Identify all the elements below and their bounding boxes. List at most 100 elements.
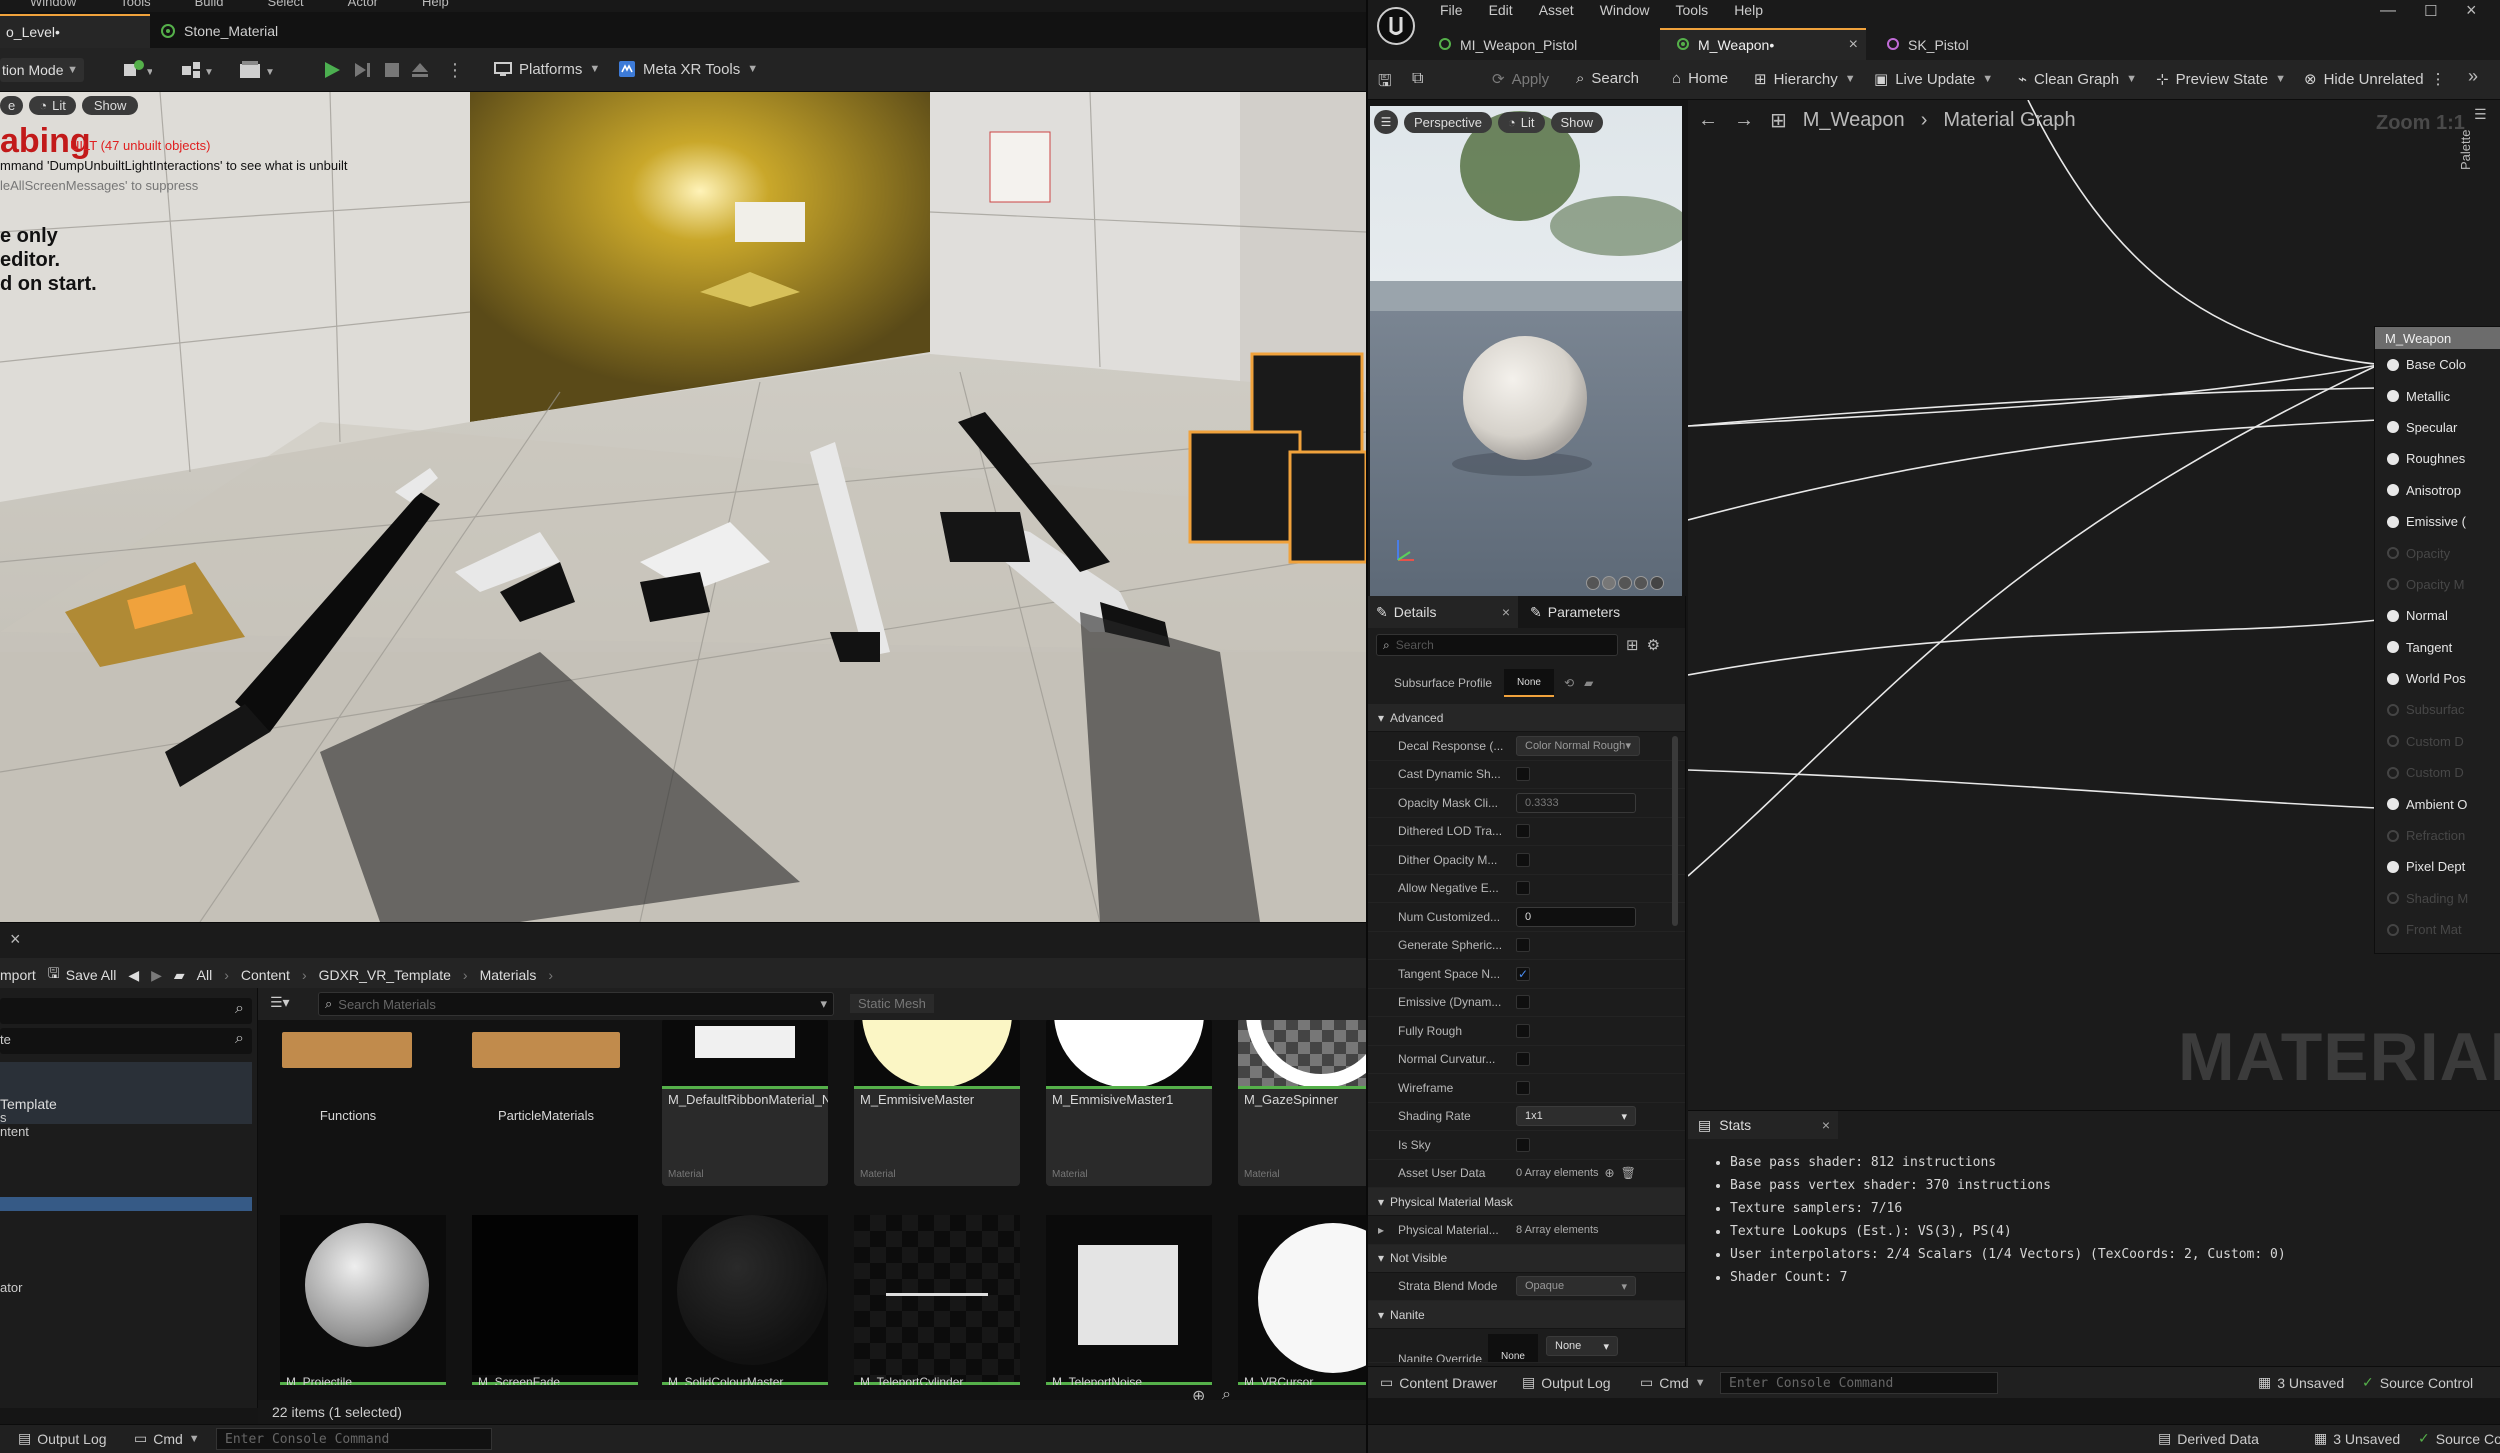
tab-mi-weapon-pistol[interactable]: MI_Weapon_Pistol <box>1438 32 1597 58</box>
search-materials-input[interactable]: ⌕ Search Materials ▾ <box>318 992 834 1016</box>
palette-tab[interactable]: Palette <box>2458 130 2473 170</box>
node-pin[interactable]: Anisotrop <box>2375 475 2500 506</box>
asset-tile[interactable]: M_EmmisiveMaster Material <box>854 1020 1020 1186</box>
custom-mesh-preview-icon[interactable] <box>1650 576 1664 590</box>
asset-tile[interactable]: M_ScreenFade <box>472 1215 638 1385</box>
advance-frame-icon[interactable] <box>352 60 372 80</box>
cube-preview-icon[interactable] <box>1634 576 1648 590</box>
pin-connector-icon[interactable] <box>2387 703 2399 716</box>
close-icon[interactable]: × <box>1822 1117 1830 1133</box>
view-mode-button[interactable]: e <box>0 96 24 115</box>
minimize-icon[interactable]: — <box>2380 2 2396 20</box>
forward-arrow-icon[interactable]: ▶ <box>151 967 162 984</box>
node-pin[interactable]: Custom D <box>2375 726 2500 757</box>
num-customized-uvs-field[interactable]: 0 <box>1516 906 1636 927</box>
asset-tile[interactable]: M_DefaultRibbonMaterial_NoGradient Mater… <box>662 1020 828 1186</box>
node-pin[interactable]: Metallic <box>2375 380 2500 411</box>
add-actor-icon[interactable]: ▼ <box>122 60 152 80</box>
tab-m-weapon[interactable]: M_Weapon• × <box>1660 28 1866 60</box>
source-item-materials-selected[interactable] <box>0 1197 252 1211</box>
add-element-icon[interactable]: ⊕ <box>1605 1166 1615 1180</box>
cmd-dropdown[interactable]: ▭ Cmd ▼ <box>1640 1374 1706 1391</box>
checkbox[interactable] <box>1516 881 1530 896</box>
tab-level[interactable]: o_Level• <box>0 14 150 48</box>
platforms-dropdown[interactable]: Platforms ▼ <box>494 60 600 78</box>
pin-connector-icon[interactable] <box>2387 892 2399 905</box>
pin-connector-icon[interactable] <box>2387 421 2399 434</box>
live-update-dropdown[interactable]: ▣ Live Update ▼ <box>1874 70 1993 89</box>
pin-connector-icon[interactable] <box>2387 860 2399 873</box>
search-icon[interactable]: ⌕ <box>1222 1386 1231 1400</box>
pin-connector-icon[interactable] <box>2387 484 2399 497</box>
browse-icon[interactable]: ⧉ <box>1412 70 1423 88</box>
menu-window[interactable]: Window <box>30 0 76 9</box>
node-pin[interactable]: Normal <box>2375 600 2500 631</box>
tab-stats[interactable]: ▤ Stats × <box>1688 1111 1838 1139</box>
checkbox[interactable] <box>1516 995 1530 1010</box>
menu-edit[interactable]: Edit <box>1489 2 1513 18</box>
details-search-input[interactable]: ⌕ Search <box>1376 634 1618 656</box>
folder-particle-materials[interactable]: ParticleMaterials <box>472 1108 620 1123</box>
pin-connector-icon[interactable] <box>2387 766 2399 779</box>
folder-thumbnail[interactable] <box>472 1032 620 1068</box>
breadcrumb-m-weapon[interactable]: M_Weapon <box>1803 109 1905 132</box>
node-pin[interactable]: Emissive ( <box>2375 506 2500 537</box>
pin-connector-icon[interactable] <box>2387 672 2399 685</box>
console-input[interactable]: Enter Console Command <box>216 1428 492 1450</box>
menu-build[interactable]: Build <box>195 0 224 9</box>
cinematics-icon[interactable]: ▼ <box>238 60 278 80</box>
source-item[interactable]: ator <box>0 1280 22 1295</box>
add-icon[interactable]: ⊕ <box>1192 1386 1205 1400</box>
checkbox[interactable] <box>1516 938 1530 953</box>
table-view-icon[interactable]: ⊞ <box>1626 636 1639 654</box>
maximize-icon[interactable]: ☐ <box>2424 2 2437 20</box>
nanite-override-dropdown[interactable]: None ▾ <box>1546 1336 1618 1356</box>
unsaved-indicator[interactable]: ▦ 3 Unsaved <box>2258 1374 2344 1391</box>
asset-tile[interactable]: M_Projectile <box>280 1215 446 1385</box>
home-button[interactable]: ⌂ Home <box>1672 70 1728 87</box>
node-pin[interactable]: Ambient O <box>2375 788 2500 819</box>
node-pin[interactable]: World Pos <box>2375 663 2500 694</box>
opacity-mask-clip-field[interactable]: 0.3333 <box>1516 792 1636 813</box>
checkbox[interactable] <box>1516 767 1530 782</box>
material-graph-canvas[interactable]: ← → ⊞ M_Weapon › Material Graph Zoom 1:1… <box>1688 100 2500 1110</box>
menu-select[interactable]: Select <box>268 0 304 9</box>
close-icon[interactable]: × <box>1849 36 1858 54</box>
breadcrumb-content[interactable]: Content <box>241 967 290 983</box>
pin-connector-icon[interactable] <box>2387 641 2399 654</box>
hamburger-icon[interactable]: ☰ <box>1374 110 1398 134</box>
blueprint-icon[interactable]: ▼ <box>180 60 214 80</box>
source-control-button[interactable]: ✓ Source Control <box>2362 1374 2473 1391</box>
asset-tile[interactable]: M_TeleportCylinder <box>854 1215 1020 1385</box>
meta-xr-tools-dropdown[interactable]: Meta XR Tools ▼ <box>618 60 758 78</box>
pin-connector-icon[interactable] <box>2387 798 2399 811</box>
stop-icon[interactable] <box>382 60 402 80</box>
collections-header[interactable]: te ⌕ <box>0 1028 252 1054</box>
cmd-dropdown[interactable]: ▭ Cmd ▼ <box>134 1430 200 1447</box>
pin-connector-icon[interactable] <box>2387 735 2399 748</box>
expand-toolbar-icon[interactable]: » <box>2468 66 2478 87</box>
node-pin[interactable]: Refraction <box>2375 820 2500 851</box>
menu-asset[interactable]: Asset <box>1539 2 1574 18</box>
clean-graph-dropdown[interactable]: ⌁ Clean Graph ▼ <box>2018 70 2137 89</box>
pin-connector-icon[interactable] <box>2387 923 2399 936</box>
mode-dropdown[interactable]: tion Mode ▼ <box>0 58 84 82</box>
show-button[interactable]: Show <box>1550 111 1604 133</box>
node-pin[interactable]: Subsurfac <box>2375 694 2500 725</box>
details-scrollbar[interactable] <box>1672 736 1678 926</box>
asset-tile[interactable]: M_VRCursor <box>1238 1215 1366 1385</box>
apply-button[interactable]: ⟳ Apply <box>1492 70 1549 89</box>
section-advanced[interactable]: ▾ Advanced <box>1368 704 1685 732</box>
node-pin[interactable]: Specular <box>2375 412 2500 443</box>
preview-state-dropdown[interactable]: ⊹ Preview State ▼ <box>2156 70 2286 89</box>
node-pin[interactable]: Opacity M <box>2375 569 2500 600</box>
pin-connector-icon[interactable] <box>2387 390 2399 403</box>
close-icon[interactable]: × <box>1502 604 1510 620</box>
checkbox[interactable] <box>1516 824 1530 839</box>
palette-icon[interactable]: ☰ <box>2474 106 2487 123</box>
hierarchy-dropdown[interactable]: ⊞ Hierarchy ▼ <box>1754 70 1856 89</box>
breadcrumb-template[interactable]: GDXR_VR_Template <box>319 967 451 983</box>
node-pin[interactable]: Opacity <box>2375 537 2500 568</box>
checkbox[interactable] <box>1516 1023 1530 1038</box>
strata-blend-mode-dropdown[interactable]: Opaque ▾ <box>1516 1276 1636 1297</box>
